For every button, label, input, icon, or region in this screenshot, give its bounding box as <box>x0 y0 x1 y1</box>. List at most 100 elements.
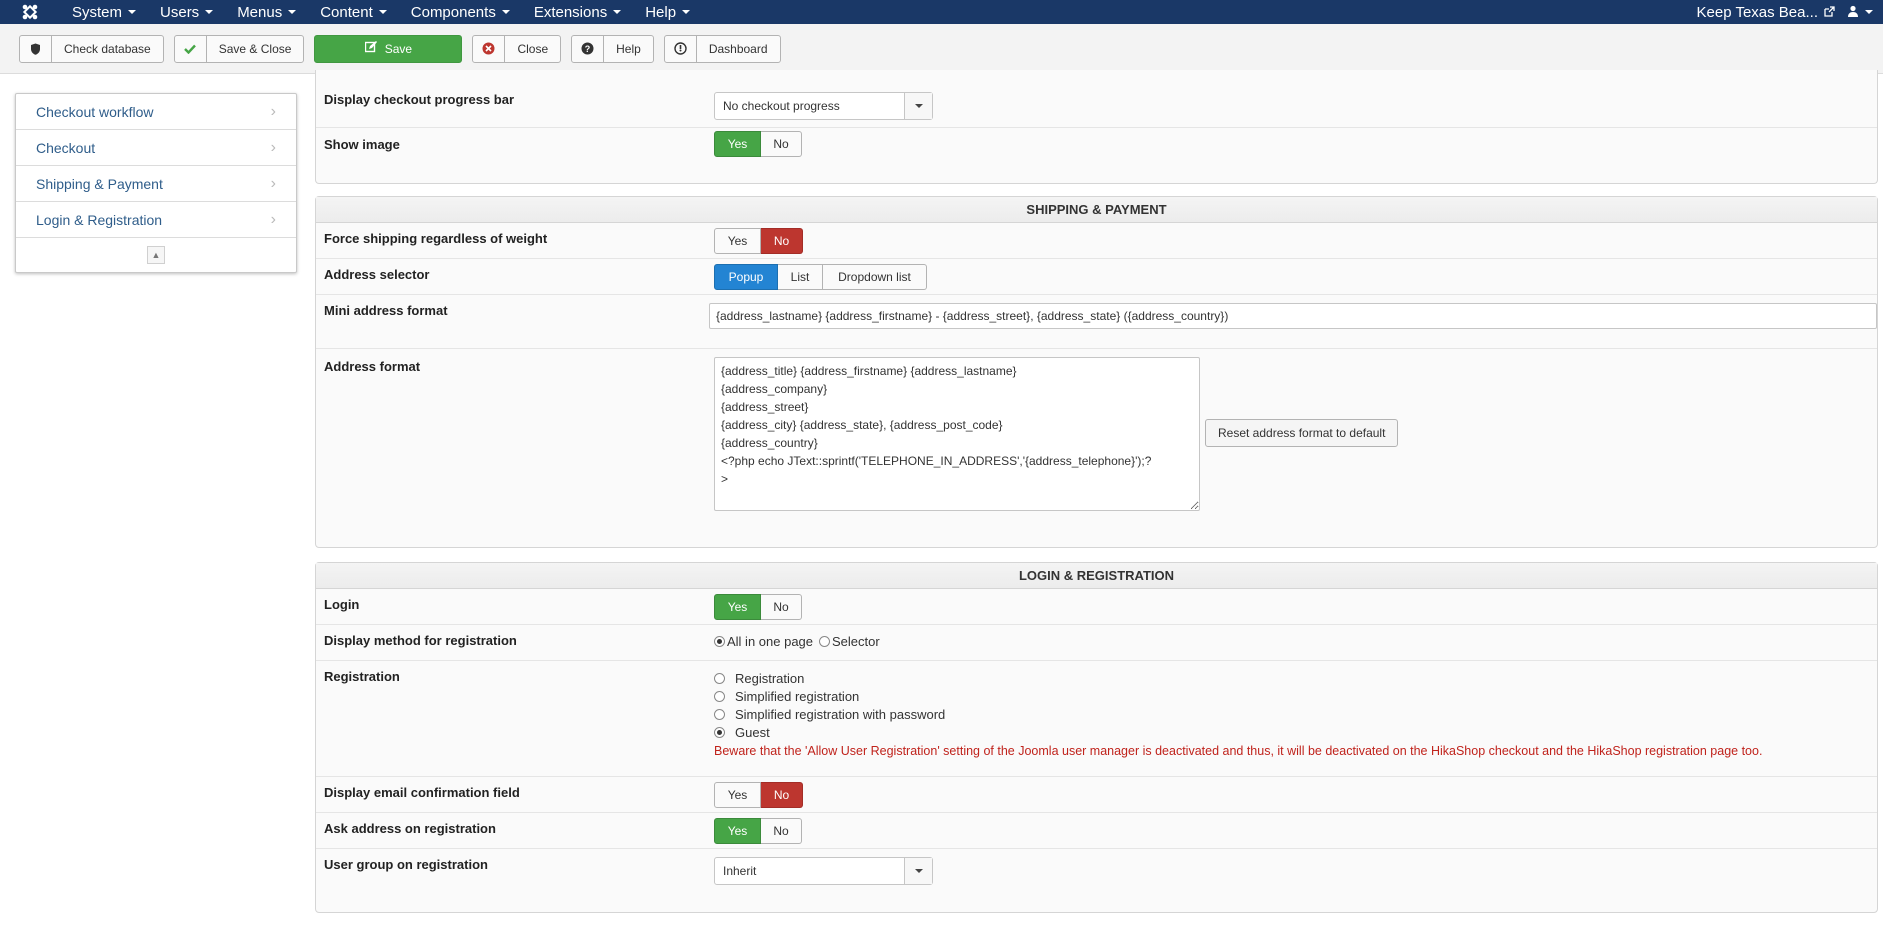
address-format-textarea[interactable]: {address_title} {address_firstname} {add… <box>714 357 1200 511</box>
save-close-button[interactable]: Save & Close <box>173 34 305 63</box>
dashboard-button[interactable]: Dashboard <box>663 34 781 63</box>
registration-option-guest[interactable]: Guest <box>714 724 945 741</box>
address-selector-dropdown[interactable]: Dropdown list <box>823 263 927 290</box>
caret-down-icon <box>378 10 387 14</box>
address-format-row: Address format {address_title} {address_… <box>316 349 1877 547</box>
radio-label: All in one page <box>727 634 814 649</box>
address-selector-list[interactable]: List <box>778 263 823 290</box>
field-label: Display method for registration <box>324 633 517 648</box>
caret-down-icon <box>205 10 214 14</box>
menu-system[interactable]: System <box>60 4 148 21</box>
menu-label: System <box>72 3 123 21</box>
radio-label: Simplified registration <box>735 689 860 704</box>
menu-help[interactable]: Help <box>633 4 702 21</box>
registration-option-normal[interactable]: Registration <box>714 670 945 687</box>
radio-label: Simplified registration with password <box>735 707 946 722</box>
registration-option-simplified-password[interactable]: Simplified registration with password <box>714 706 945 723</box>
show-image-yes[interactable]: Yes <box>714 131 761 157</box>
menu-components[interactable]: Components <box>399 4 522 21</box>
site-name: Keep Texas Bea... <box>1696 3 1818 21</box>
show-image-no[interactable]: No <box>761 131 802 157</box>
menu-label: Users <box>160 3 200 21</box>
sidebar-item-checkout[interactable]: Checkout › <box>16 130 296 166</box>
menu-label: Extensions <box>533 3 608 21</box>
registration-warning: Beware that the 'Allow User Registration… <box>714 744 1763 758</box>
sidebar-item-checkout-workflow[interactable]: Checkout workflow › <box>16 94 296 130</box>
radio-unchecked-icon <box>714 673 725 684</box>
toolbar: Check database Save & Close Save Close ?… <box>0 24 1883 74</box>
sidebar-item-label: Login & Registration <box>36 211 163 228</box>
field-control: No checkout progress <box>714 70 1877 127</box>
login-no[interactable]: No <box>761 593 802 620</box>
menu-label: Menus <box>237 3 283 21</box>
user-menu[interactable] <box>1847 4 1873 21</box>
field-label: Mini address format <box>324 303 448 318</box>
caret-down-icon <box>682 10 691 14</box>
dashboard-icon <box>665 35 697 62</box>
email-confirm-no[interactable]: No <box>761 781 803 808</box>
menu-menus[interactable]: Menus <box>225 4 308 21</box>
field-control: Yes No <box>714 128 1877 182</box>
radio-unchecked-icon <box>819 636 831 647</box>
radio-checked-icon <box>714 727 725 738</box>
ask-address-row: Ask address on registration Yes No <box>316 813 1877 849</box>
address-selector-popup[interactable]: Popup <box>714 263 778 290</box>
close-button[interactable]: Close <box>472 34 562 63</box>
user-group-select[interactable]: Inherit <box>714 857 933 885</box>
field-label: Show image <box>324 137 400 152</box>
radio-label: Registration <box>735 671 805 686</box>
force-shipping-toggle: Yes No <box>714 227 803 254</box>
joomla-logo-icon[interactable] <box>0 0 60 24</box>
site-link[interactable]: Keep Texas Bea... <box>1697 4 1835 21</box>
caret-down-icon <box>613 10 622 14</box>
check-icon <box>175 35 207 62</box>
check-database-button[interactable]: Check database <box>19 34 164 63</box>
help-button[interactable]: ? Help <box>571 34 654 63</box>
show-image-toggle: Yes No <box>714 131 802 157</box>
ask-address-yes[interactable]: Yes <box>714 817 761 844</box>
menu-users[interactable]: Users <box>148 4 225 21</box>
scroll-top-icon[interactable]: ▲ <box>147 246 165 264</box>
menu-content[interactable]: Content <box>308 4 399 21</box>
menu-label: Content <box>320 3 373 21</box>
registration-option-simplified[interactable]: Simplified registration <box>714 688 945 705</box>
ask-address-toggle: Yes No <box>714 817 802 844</box>
panel-title: SHIPPING & PAYMENT <box>316 197 1877 223</box>
field-control: Registration Simplified registration Sim… <box>714 661 1877 776</box>
display-method-selector[interactable]: Selector <box>819 634 880 649</box>
field-label: Login <box>324 597 360 612</box>
menu-label: Components <box>410 3 496 21</box>
force-shipping-no[interactable]: No <box>761 227 803 254</box>
field-control: Popup List Dropdown list <box>714 259 1877 294</box>
shield-icon <box>20 35 52 62</box>
caret-down-icon <box>501 10 510 14</box>
radio-label: Selector <box>832 634 880 649</box>
checkout-panel: Display checkout progress bar No checkou… <box>315 70 1878 184</box>
email-confirm-toggle: Yes No <box>714 781 803 808</box>
close-circle-icon <box>473 35 506 62</box>
save-button[interactable]: Save <box>314 34 463 63</box>
mini-address-input[interactable] <box>709 303 1877 329</box>
email-confirm-yes[interactable]: Yes <box>714 781 761 808</box>
sidebar-item-login-registration[interactable]: Login & Registration › <box>16 202 296 238</box>
menu-extensions[interactable]: Extensions <box>522 4 633 21</box>
external-link-icon <box>1824 4 1835 21</box>
sidebar-item-shipping-payment[interactable]: Shipping & Payment › <box>16 166 296 202</box>
ask-address-no[interactable]: No <box>761 817 802 844</box>
svg-text:?: ? <box>585 44 591 54</box>
force-shipping-yes[interactable]: Yes <box>714 227 761 254</box>
button-label: Check database <box>64 41 151 56</box>
field-label: Registration <box>324 669 400 684</box>
caret-down-icon <box>128 10 137 14</box>
panel-title: LOGIN & REGISTRATION <box>316 563 1877 589</box>
reset-address-format-button[interactable]: Reset address format to default <box>1205 419 1399 447</box>
login-yes[interactable]: Yes <box>714 593 761 620</box>
field-label: Address selector <box>324 267 430 282</box>
address-selector-row: Address selector Popup List Dropdown lis… <box>316 259 1877 295</box>
progress-bar-select[interactable]: No checkout progress <box>714 92 933 120</box>
display-method-all-in-one[interactable]: All in one page <box>714 634 813 649</box>
field-control: Inherit <box>714 849 1877 911</box>
field-control: {address_title} {address_firstname} {add… <box>714 349 1877 547</box>
login-toggle: Yes No <box>714 593 802 620</box>
question-icon: ? <box>572 35 605 62</box>
